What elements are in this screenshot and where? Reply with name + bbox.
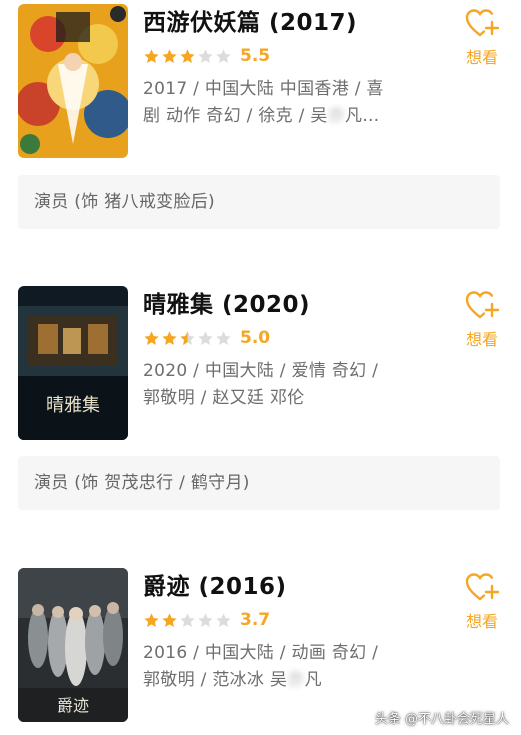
role-card[interactable]: 演员 (饰 猪八戒变脸后) [18,175,500,229]
star-empty-icon [215,330,232,347]
movie-title[interactable]: 晴雅集 (2020) [143,290,443,320]
blurred-text: 亦 [287,670,305,690]
movie-poster[interactable]: 爵迹 [18,568,128,722]
role-card[interactable]: 演员 (饰 贺茂忠行 / 鹤守月) [18,456,500,510]
movie-poster[interactable]: 晴雅集 [18,286,128,440]
heart-plus-icon [465,9,499,37]
movie-title[interactable]: 西游伏妖篇 (2017) [143,8,443,38]
rating-row: 5.5 [143,44,443,68]
meta-line: 2020 / 中国大陆 / 爱情 奇幻 / [143,361,379,381]
want-to-watch-button[interactable]: 想看 [458,8,506,68]
meta-line: 郭敬明 / 赵又廷 邓伦 [143,388,305,408]
want-label: 想看 [465,48,498,67]
star-empty-icon [179,612,196,629]
rating-stars [143,612,233,629]
want-label: 想看 [465,612,498,631]
meta-line: 2016 / 中国大陆 / 动画 奇幻 / [143,643,379,663]
rating-score: 5.5 [240,46,271,66]
star-empty-icon [197,612,214,629]
rating-score: 3.7 [240,610,271,630]
star-empty-icon [215,612,232,629]
star-empty-icon [197,330,214,347]
star-full-icon [161,330,178,347]
star-full-icon [179,48,196,65]
meta-line: 剧 动作 奇幻 / 徐克 / 吴亦凡… [143,103,443,130]
meta-text: 剧 动作 奇幻 / 徐克 / 吴 [143,106,328,126]
movie-meta: 2016 / 中国大陆 / 动画 奇幻 / 郭敬明 / 范冰冰 吴亦凡 [143,640,443,694]
movie-meta: 2017 / 中国大陆 中国香港 / 喜 剧 动作 奇幻 / 徐克 / 吴亦凡… [143,76,443,130]
watermark: 头条 @不八卦会死星人 [374,712,509,727]
svg-text:晴雅集: 晴雅集 [46,395,100,416]
rating-stars [143,48,233,65]
meta-line: 2017 / 中国大陆 中国香港 / 喜 [143,79,384,99]
rating-score: 5.0 [240,328,271,348]
star-full-icon [143,330,160,347]
blurred-text: 亦 [327,106,345,126]
want-to-watch-button[interactable]: 想看 [458,290,506,350]
heart-plus-icon [465,573,499,601]
heart-plus-icon [465,291,499,319]
rating-row: 5.0 [143,326,443,350]
rating-row: 3.7 [143,608,443,632]
movie-poster[interactable] [18,4,128,158]
rating-stars [143,330,233,347]
star-half-icon [179,330,196,347]
meta-text: 郭敬明 / 范冰冰 吴 [143,670,288,690]
star-empty-icon [215,48,232,65]
want-to-watch-button[interactable]: 想看 [458,572,506,632]
meta-text: 凡 [304,670,322,690]
star-full-icon [143,612,160,629]
meta-line: 郭敬明 / 范冰冰 吴亦凡 [143,667,443,694]
meta-text: 凡… [345,106,380,126]
star-full-icon [143,48,160,65]
star-full-icon [161,48,178,65]
movie-meta: 2020 / 中国大陆 / 爱情 奇幻 / 郭敬明 / 赵又廷 邓伦 [143,358,443,412]
want-label: 想看 [465,330,498,349]
star-full-icon [161,612,178,629]
star-empty-icon [197,48,214,65]
svg-text:爵迹: 爵迹 [57,696,89,715]
movie-title[interactable]: 爵迹 (2016) [143,572,443,602]
